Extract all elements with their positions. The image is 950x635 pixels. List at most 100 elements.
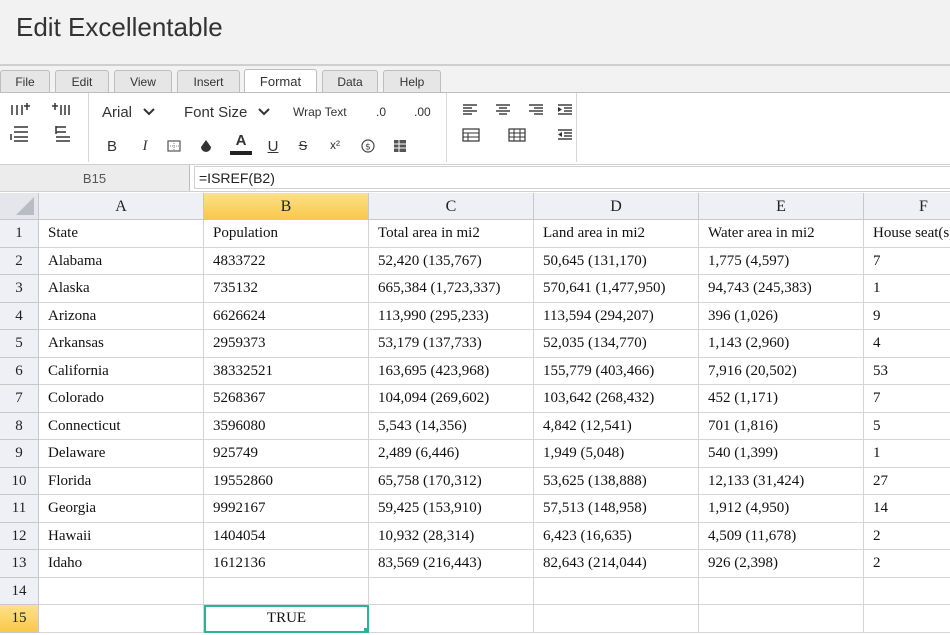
table-cell[interactable]: 53 [864, 358, 950, 385]
table-cell[interactable]: 12,133 (31,424) [699, 467, 864, 495]
table-cell[interactable]: 1,912 (4,950) [699, 495, 864, 523]
table-cell[interactable]: 50,645 (131,170) [534, 247, 699, 275]
outdent-icon[interactable] [556, 126, 574, 144]
table-cell[interactable]: State [39, 220, 204, 248]
table-cell[interactable] [699, 577, 864, 605]
table-cell[interactable]: 5 [864, 413, 950, 440]
row-header[interactable]: 11 [0, 495, 39, 523]
table-cell[interactable]: Alabama [39, 247, 204, 275]
indent-icon[interactable] [556, 101, 574, 119]
table-cell[interactable]: 1 [864, 440, 950, 468]
decrease-decimal-button[interactable]: .0 [376, 102, 386, 122]
table-cell[interactable]: 701 (1,816) [699, 412, 864, 440]
table-cell[interactable]: 3596080 [204, 412, 369, 440]
underline-button[interactable]: U [264, 136, 282, 156]
table-cell[interactable]: California [39, 357, 204, 385]
table-cell[interactable]: 19552860 [204, 467, 369, 495]
table-cell[interactable]: 6,423 (16,635) [534, 522, 699, 550]
table-cell[interactable]: Water area in mi2 [699, 220, 864, 248]
table-cell[interactable]: 7,916 (20,502) [699, 357, 864, 385]
table-cell[interactable]: 7 [864, 385, 950, 413]
table-cell[interactable]: 57,513 (148,958) [534, 495, 699, 523]
italic-button[interactable]: I [136, 136, 154, 156]
increase-decimal-button[interactable]: .00 [414, 102, 431, 122]
select-all-corner[interactable] [0, 193, 39, 220]
currency-icon[interactable]: $ [359, 137, 377, 155]
row-header[interactable]: 4 [0, 302, 39, 330]
row-header[interactable]: 8 [0, 412, 39, 440]
table-cell[interactable] [534, 577, 699, 605]
table-cell[interactable]: Alaska [39, 275, 204, 303]
table-cell[interactable] [864, 605, 950, 633]
table-cell[interactable]: 65,758 (170,312) [369, 467, 534, 495]
table-cell[interactable] [39, 605, 204, 633]
font-size-select[interactable]: Font Size [184, 102, 271, 122]
merge-cells-icon[interactable] [507, 126, 527, 144]
table-cell[interactable]: House seat(s) [864, 220, 950, 248]
table-cell[interactable]: 27 [864, 468, 950, 495]
table-cell[interactable]: 2 [864, 550, 950, 578]
column-header-b[interactable]: B [204, 193, 369, 220]
table-cell[interactable]: Arkansas [39, 330, 204, 358]
table-cell[interactable]: 7 [864, 248, 950, 275]
superscript-button[interactable]: x² [326, 136, 344, 154]
tab-help[interactable]: Help [383, 70, 441, 92]
row-header[interactable]: 10 [0, 467, 39, 495]
selected-cell[interactable]: TRUE [204, 605, 369, 633]
column-header-e[interactable]: E [699, 193, 864, 220]
table-cell[interactable]: 9992167 [204, 495, 369, 523]
table-cell[interactable]: Land area in mi2 [534, 220, 699, 248]
row-header[interactable]: 2 [0, 247, 39, 275]
bold-button[interactable]: B [103, 136, 121, 156]
table-cell[interactable] [369, 605, 534, 633]
table-cell[interactable]: 4 [864, 330, 950, 358]
table-cell[interactable]: 9 [864, 303, 950, 330]
table-cell[interactable]: 570,641 (1,477,950) [534, 275, 699, 303]
column-header-f[interactable]: F [864, 193, 950, 220]
table-cell[interactable]: Colorado [39, 385, 204, 413]
wrap-text-button[interactable]: Wrap Text [293, 102, 347, 122]
table-cell[interactable]: Total area in mi2 [369, 220, 534, 248]
row-header[interactable]: 14 [0, 577, 39, 605]
table-cell[interactable]: 113,594 (294,207) [534, 302, 699, 330]
align-left-icon[interactable] [461, 101, 479, 119]
row-header[interactable]: 12 [0, 522, 39, 550]
align-right-icon[interactable] [527, 101, 545, 119]
tab-edit[interactable]: Edit [55, 70, 109, 92]
table-cell[interactable]: Florida [39, 467, 204, 495]
table-cell[interactable]: 926 (2,398) [699, 550, 864, 578]
table-cell[interactable]: 163,695 (423,968) [369, 357, 534, 385]
table-cell[interactable] [534, 605, 699, 633]
table-cell[interactable]: 1404054 [204, 522, 369, 550]
table-cell[interactable]: 82,643 (214,044) [534, 550, 699, 578]
column-header-d[interactable]: D [534, 193, 699, 220]
tab-insert[interactable]: Insert [177, 70, 240, 92]
table-cell[interactable]: 4,509 (11,678) [699, 522, 864, 550]
table-cell[interactable]: 735132 [204, 275, 369, 303]
fill-color-icon[interactable] [197, 136, 215, 156]
table-cell[interactable]: 5,543 (14,356) [369, 412, 534, 440]
table-cell[interactable]: 665,384 (1,723,337) [369, 275, 534, 303]
table-cell[interactable]: Hawaii [39, 522, 204, 550]
row-header[interactable]: 15 [0, 605, 39, 633]
font-color-button[interactable]: A [229, 131, 253, 157]
insert-row-above-icon[interactable] [8, 99, 32, 119]
table-cell[interactable]: 52,035 (134,770) [534, 330, 699, 358]
table-cell[interactable]: 2,489 (6,446) [369, 440, 534, 468]
table-cell[interactable]: 540 (1,399) [699, 440, 864, 468]
table-cell[interactable]: Georgia [39, 495, 204, 523]
tab-format[interactable]: Format [244, 69, 317, 93]
row-header[interactable]: 13 [0, 550, 39, 578]
table-cell[interactable]: 155,779 (403,466) [534, 357, 699, 385]
row-header[interactable]: 6 [0, 357, 39, 385]
tab-view[interactable]: View [114, 70, 172, 92]
table-cell[interactable]: 1,143 (2,960) [699, 330, 864, 358]
border-icon[interactable] [165, 136, 183, 156]
delete-row-icon[interactable] [50, 124, 74, 144]
table-cell[interactable]: 10,932 (28,314) [369, 522, 534, 550]
table-cell[interactable]: 396 (1,026) [699, 302, 864, 330]
row-header[interactable]: 7 [0, 385, 39, 413]
table-cell[interactable] [864, 578, 950, 605]
table-cell[interactable]: 4,842 (12,541) [534, 412, 699, 440]
row-header[interactable]: 5 [0, 330, 39, 358]
